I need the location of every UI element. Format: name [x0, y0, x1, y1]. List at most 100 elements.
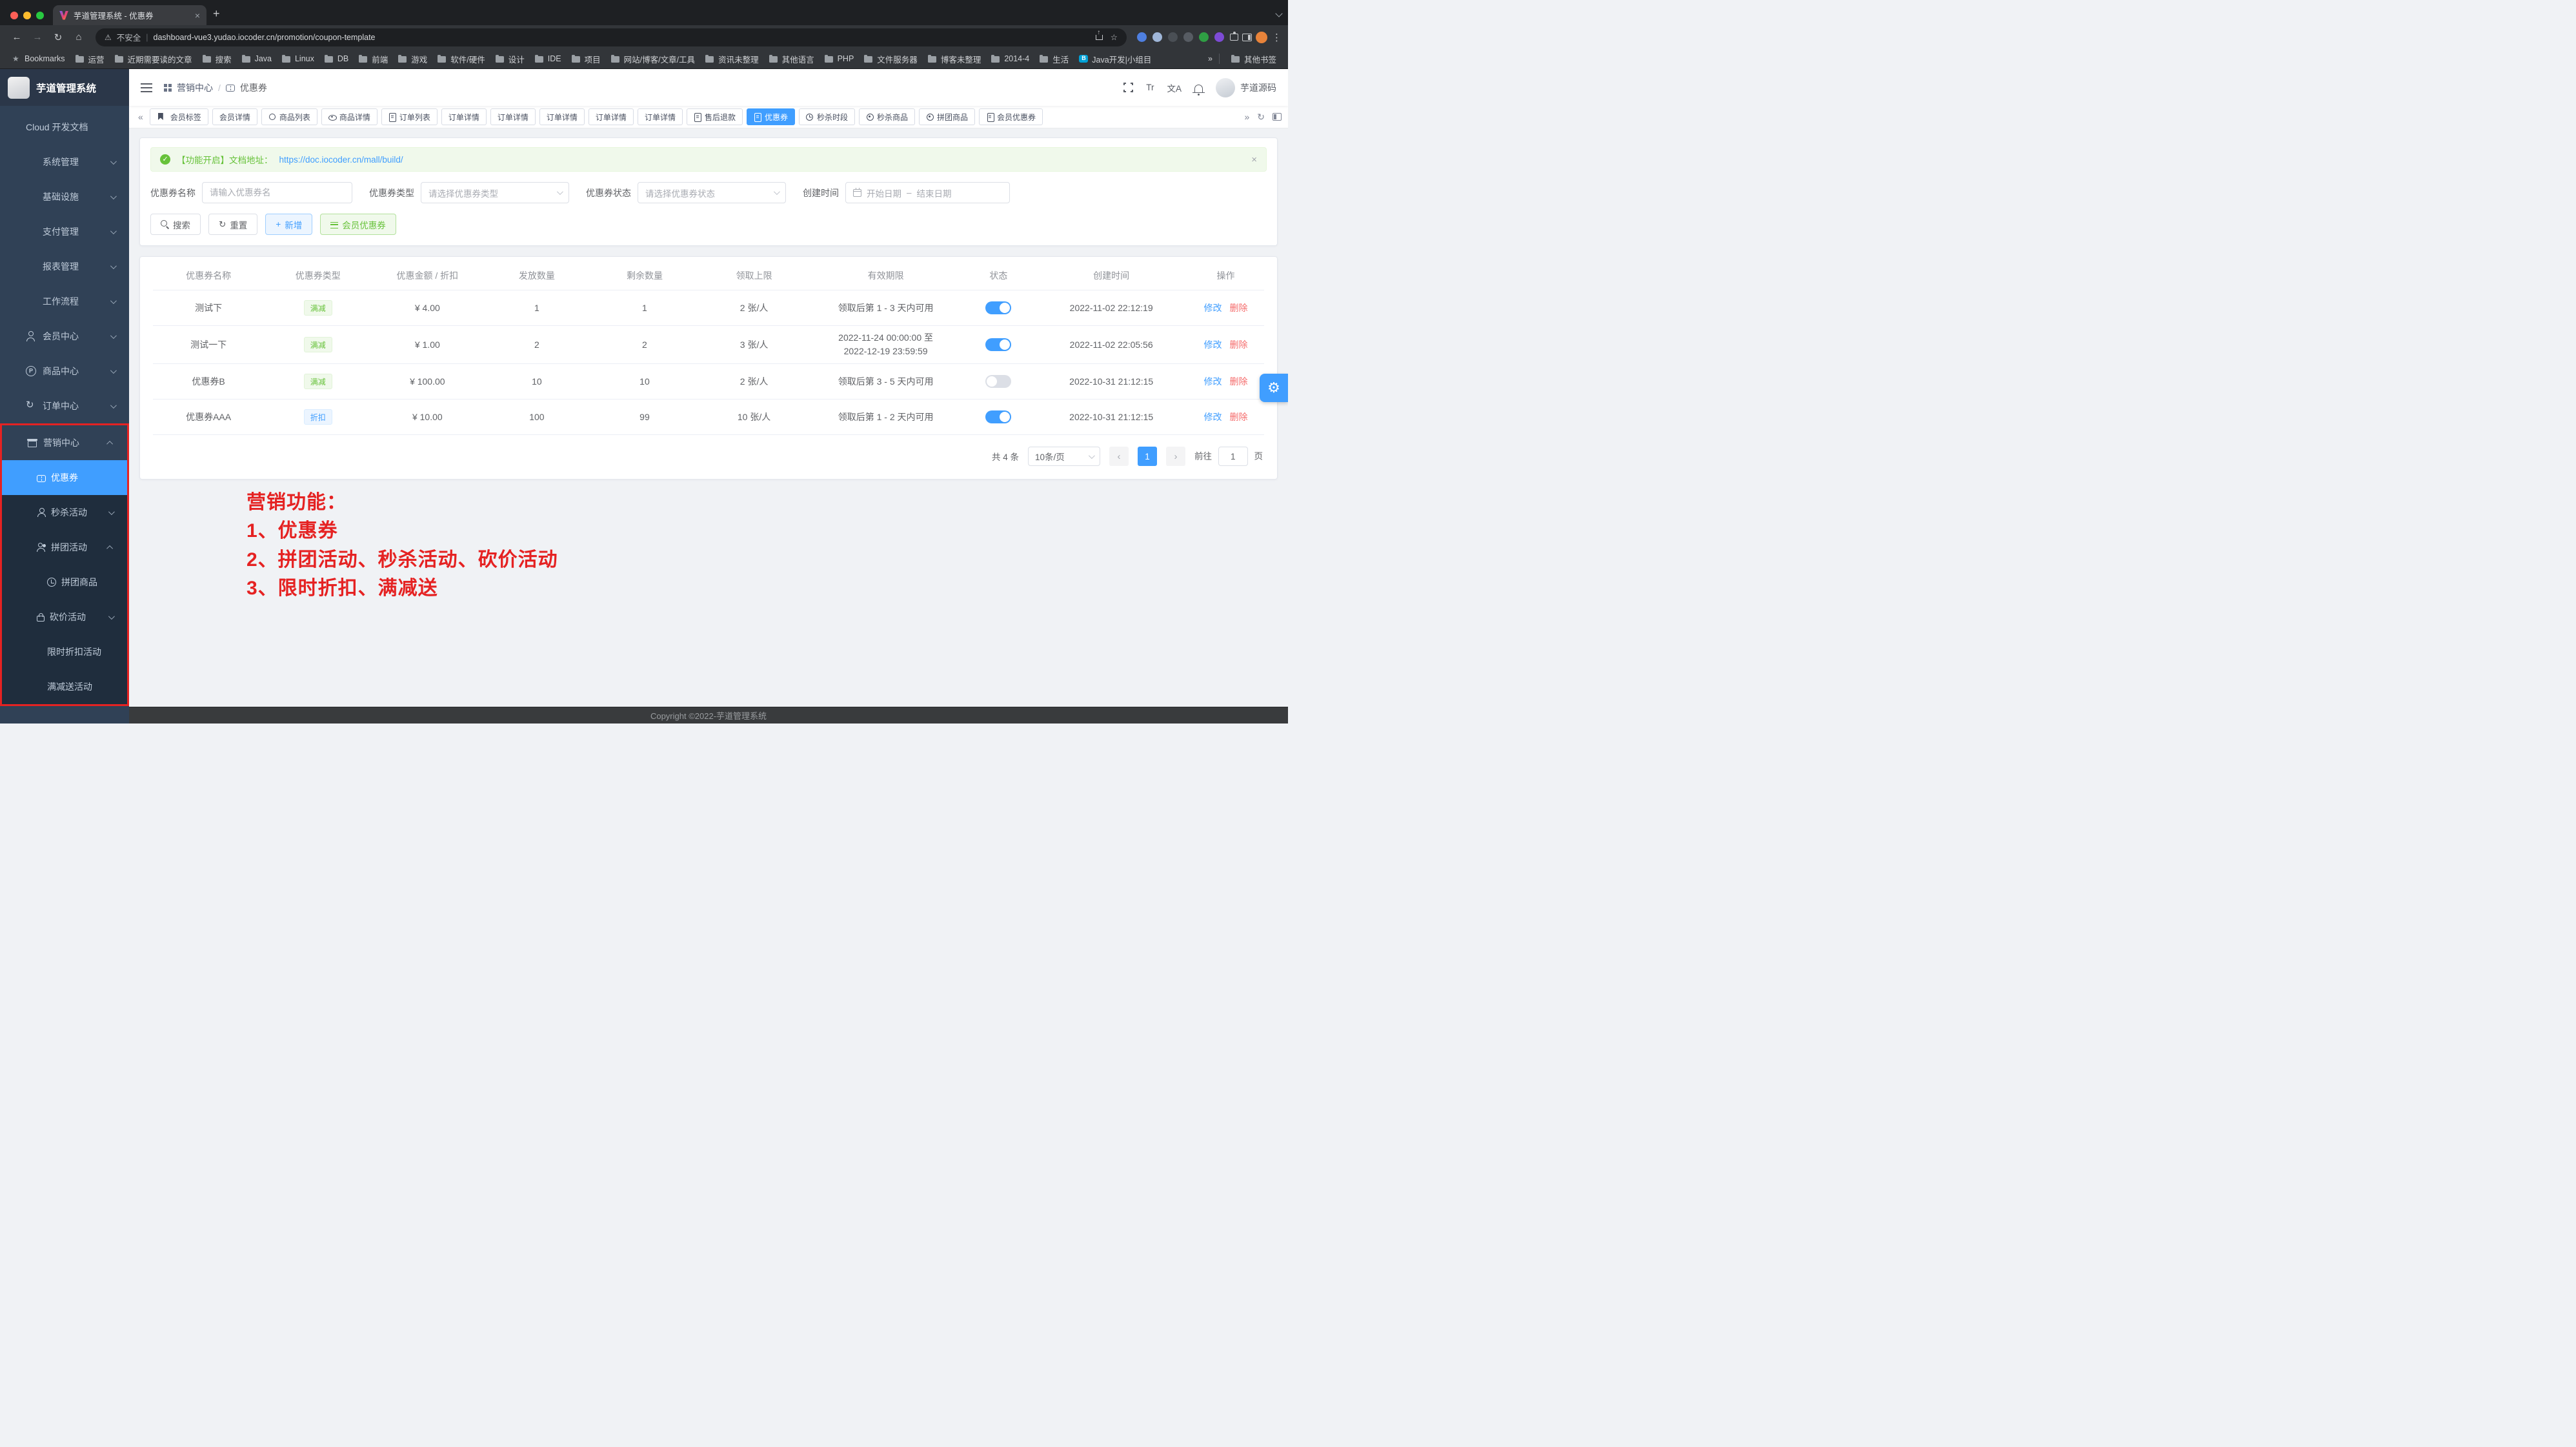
alert-close-icon[interactable]: ×	[1251, 154, 1257, 165]
edit-link[interactable]: 修改	[1204, 410, 1222, 423]
goto-input[interactable]	[1218, 447, 1248, 466]
bookmark-item[interactable]: 文件服务器	[859, 51, 923, 67]
next-page-button[interactable]: ›	[1166, 447, 1185, 466]
tags-layout-icon[interactable]	[1273, 113, 1282, 121]
share-icon[interactable]	[1096, 35, 1103, 40]
sidebar-menu-item[interactable]: Cloud 开发文档	[0, 110, 129, 145]
sidebar-menu-item[interactable]: 支付管理	[0, 214, 129, 249]
bookmark-item[interactable]: Java	[237, 52, 277, 65]
delete-link[interactable]: 删除	[1230, 410, 1248, 423]
sidebar-toggle-icon[interactable]	[141, 83, 152, 92]
extension-icon[interactable]	[1183, 32, 1193, 42]
bookmark-star-icon[interactable]: ☆	[1111, 32, 1118, 42]
tab-search-chevron-icon[interactable]	[1275, 10, 1282, 17]
bookmark-item[interactable]: 设计	[490, 51, 530, 67]
tag-item[interactable]: 商品列表	[261, 108, 317, 125]
tab-close-icon[interactable]: ×	[195, 10, 200, 21]
tags-scroll-right-icon[interactable]: »	[1244, 112, 1249, 122]
bookmark-item[interactable]: 网站/博客/文章/工具	[606, 51, 700, 67]
settings-gear-button[interactable]: ⚙	[1260, 374, 1288, 402]
sidebar-menu-item[interactable]: 系统管理	[0, 145, 129, 179]
bookmark-item[interactable]: Linux	[277, 52, 319, 65]
bookmark-item[interactable]: 生活	[1034, 51, 1074, 67]
sidebar-menu-item[interactable]: 营销中心	[2, 425, 127, 460]
tag-item[interactable]: 秒杀商品	[859, 108, 915, 125]
security-label[interactable]: 不安全	[117, 31, 141, 43]
home-button[interactable]: ⌂	[70, 32, 87, 43]
sidebar-menu-item[interactable]: 工作流程	[0, 284, 129, 319]
sidebar-menu-item[interactable]: 拼团商品	[2, 565, 127, 600]
tag-item[interactable]: 订单详情	[589, 108, 634, 125]
reset-button[interactable]: ↻ 重置	[208, 214, 257, 235]
table-row[interactable]: 优惠券AAA 折扣 ¥ 10.00 100 99 10 张/人 领取后第 1 -…	[153, 400, 1264, 435]
sidebar-menu-item[interactable]: 基础设施	[0, 179, 129, 214]
bookmark-item[interactable]: 博客未整理	[923, 51, 987, 67]
table-row[interactable]: 测试一下 满减 ¥ 1.00 2 2 3 张/人 2022-11-24 00:0…	[153, 326, 1264, 364]
tag-item[interactable]: 会员详情	[212, 108, 257, 125]
bookmark-item[interactable]: 项目	[567, 51, 606, 67]
bookmark-item[interactable]: 游戏	[393, 51, 432, 67]
forward-button[interactable]: →	[29, 32, 46, 43]
user-menu[interactable]: 芋道源码	[1216, 78, 1276, 97]
bookmark-item[interactable]: 近期需要读的文章	[110, 51, 197, 67]
fullscreen-icon[interactable]	[1123, 83, 1133, 92]
tag-item[interactable]: 秒杀时段	[799, 108, 855, 125]
tag-item[interactable]: 订单详情	[638, 108, 683, 125]
extension-icon[interactable]	[1199, 32, 1209, 42]
bookmarks-overflow-chevron[interactable]: »	[1208, 54, 1213, 63]
status-toggle[interactable]	[985, 375, 1011, 388]
date-range-picker[interactable]: 开始日期 – 结束日期	[845, 182, 1010, 203]
sidebar-menu-item[interactable]: 报表管理	[0, 249, 129, 284]
delete-link[interactable]: 删除	[1230, 301, 1248, 314]
browser-profile-avatar[interactable]	[1256, 32, 1267, 43]
breadcrumb-section[interactable]: 营销中心	[177, 81, 213, 94]
table-row[interactable]: 优惠券B 满减 ¥ 100.00 10 10 2 张/人 领取后第 3 - 5 …	[153, 364, 1264, 400]
page-size-select[interactable]: 10条/页	[1028, 447, 1100, 466]
edit-link[interactable]: 修改	[1204, 375, 1222, 388]
bookmark-item[interactable]: 前端	[354, 51, 393, 67]
tag-item[interactable]: 订单详情	[539, 108, 585, 125]
sidebar-menu-item[interactable]: 砍价活动	[2, 600, 127, 634]
font-size-icon[interactable]: Tr	[1146, 83, 1154, 92]
prev-page-button[interactable]: ‹	[1109, 447, 1129, 466]
table-row[interactable]: 测试下 满减 ¥ 4.00 1 1 2 张/人 领取后第 1 - 3 天内可用	[153, 290, 1264, 326]
tags-refresh-icon[interactable]: ↻	[1257, 112, 1265, 123]
delete-link[interactable]: 删除	[1230, 338, 1248, 351]
alert-link[interactable]: https://doc.iocoder.cn/mall/build/	[279, 155, 403, 165]
browser-menu-icon[interactable]: ⋮	[1272, 32, 1282, 43]
browser-tab[interactable]: 芋道管理系统 - 优惠券 ×	[53, 5, 206, 25]
bookmark-item[interactable]: Bookmarks	[6, 52, 70, 65]
tag-item[interactable]: 商品详情	[321, 108, 377, 125]
bookmark-item[interactable]: 2014-4	[986, 52, 1034, 65]
edit-link[interactable]: 修改	[1204, 338, 1222, 351]
bookmark-item[interactable]: DB	[319, 52, 354, 65]
tag-item[interactable]: 订单详情	[490, 108, 536, 125]
tag-item[interactable]: 订单列表	[381, 108, 438, 125]
other-bookmarks[interactable]: 其他书签	[1226, 51, 1282, 67]
url-text[interactable]: dashboard-vue3.yudao.iocoder.cn/promotio…	[154, 33, 376, 42]
tag-item[interactable]: 订单详情	[441, 108, 487, 125]
close-window-icon[interactable]	[10, 12, 18, 19]
bookmark-item[interactable]: PHP	[820, 52, 860, 65]
coupon-name-input[interactable]	[210, 188, 345, 197]
bookmark-item[interactable]: 运营	[70, 51, 110, 67]
tag-item[interactable]: 优惠券	[747, 108, 795, 125]
language-icon[interactable]: 文A	[1167, 81, 1182, 94]
member-coupon-button[interactable]: 会员优惠券	[320, 214, 396, 235]
coupon-status-select[interactable]: 请选择优惠券状态	[638, 182, 786, 203]
extension-icon[interactable]	[1152, 32, 1162, 42]
address-bar[interactable]: ⚠ 不安全 | dashboard-vue3.yudao.iocoder.cn/…	[96, 28, 1127, 46]
bookmark-item[interactable]: Java开发|小组目	[1074, 51, 1156, 67]
status-toggle[interactable]	[985, 301, 1011, 314]
tag-item[interactable]: 会员优惠券	[979, 108, 1043, 125]
status-toggle[interactable]	[985, 410, 1011, 423]
extensions-puzzle-icon[interactable]	[1230, 34, 1238, 41]
bookmark-item[interactable]: IDE	[530, 52, 567, 65]
sidebar-menu-item[interactable]: 会员中心	[0, 319, 129, 354]
bell-icon[interactable]	[1194, 85, 1203, 92]
sidebar-menu-item[interactable]: 满减送活动	[2, 669, 127, 704]
sidebar-menu-item[interactable]: 限时折扣活动	[2, 634, 127, 669]
delete-link[interactable]: 删除	[1230, 375, 1248, 388]
reload-button[interactable]: ↻	[50, 32, 66, 43]
extension-icon[interactable]	[1137, 32, 1147, 42]
